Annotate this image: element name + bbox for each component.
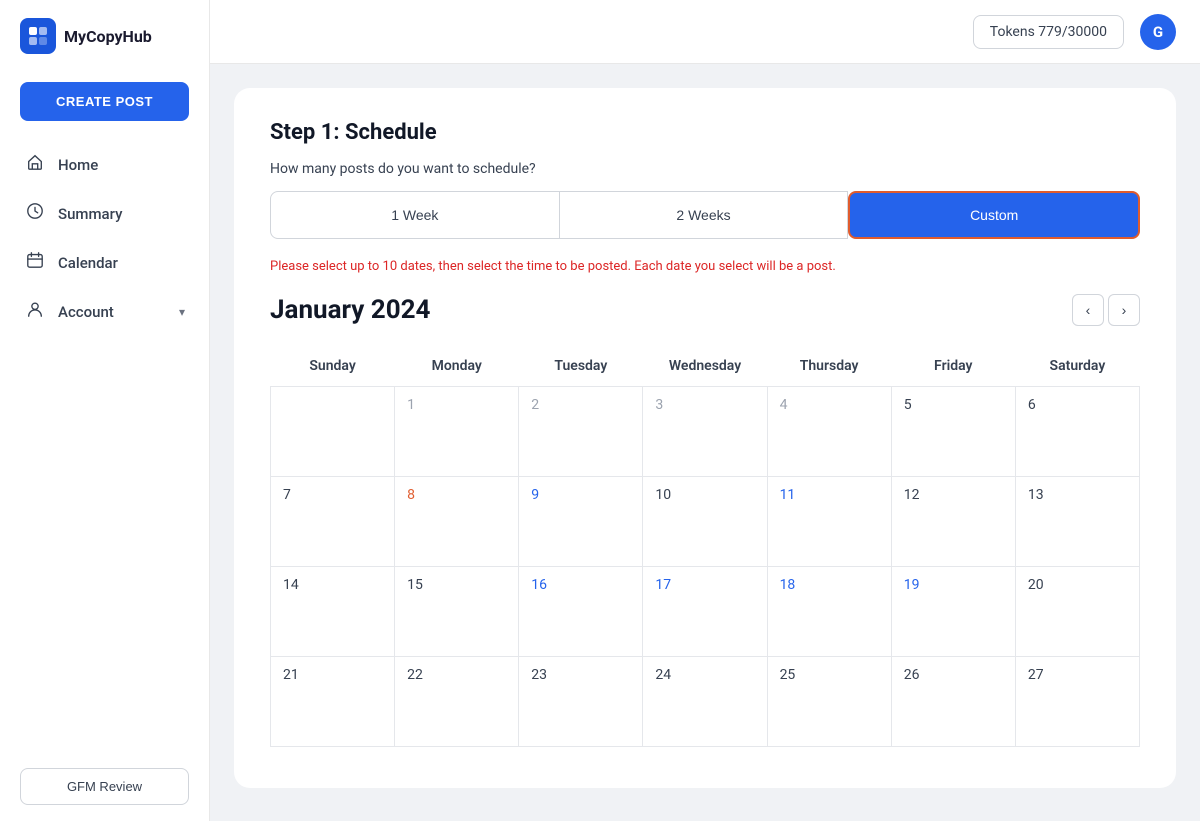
schedule-2weeks-button[interactable]: 2 Weeks xyxy=(560,191,849,239)
sidebar-item-calendar[interactable]: Calendar xyxy=(10,239,199,286)
cal-header-thursday: Thursday xyxy=(767,346,891,387)
table-row[interactable]: 10 xyxy=(643,477,767,567)
sidebar-item-summary-label: Summary xyxy=(58,205,122,223)
step-title: Step 1: Schedule xyxy=(270,120,1140,145)
table-row[interactable]: 15 xyxy=(395,567,519,657)
cal-header-sunday: Sunday xyxy=(271,346,395,387)
cal-header-saturday: Saturday xyxy=(1015,346,1139,387)
chevron-down-icon: ▾ xyxy=(179,305,185,319)
calendar-nav: ‹ › xyxy=(1072,294,1140,326)
table-row[interactable]: 21 xyxy=(271,657,395,747)
table-row[interactable]: 20 xyxy=(1015,567,1139,657)
table-row[interactable]: 9 xyxy=(519,477,643,567)
table-row[interactable]: 13 xyxy=(1015,477,1139,567)
calendar-icon xyxy=(24,251,46,274)
create-post-button[interactable]: CREATE POST xyxy=(20,82,189,121)
cal-header-wednesday: Wednesday xyxy=(643,346,767,387)
tokens-badge: Tokens 779/30000 xyxy=(973,15,1124,49)
gfm-review-button[interactable]: GFM Review xyxy=(20,768,189,805)
logo-icon xyxy=(20,18,56,54)
table-row[interactable]: 23 xyxy=(519,657,643,747)
schedule-custom-button[interactable]: Custom xyxy=(848,191,1140,239)
table-row[interactable]: 19 xyxy=(891,567,1015,657)
calendar-grid: Sunday Monday Tuesday Wednesday Thursday… xyxy=(270,346,1140,747)
table-row[interactable]: 22 xyxy=(395,657,519,747)
table-row[interactable]: 14 xyxy=(271,567,395,657)
sidebar: MyCopyHub CREATE POST Home Summary Calen… xyxy=(0,0,210,821)
cal-header-monday: Monday xyxy=(395,346,519,387)
table-row[interactable]: 18 xyxy=(767,567,891,657)
table-row[interactable]: 16 xyxy=(519,567,643,657)
sidebar-bottom: GFM Review xyxy=(0,752,209,821)
table-row[interactable]: 26 xyxy=(891,657,1015,747)
table-row[interactable] xyxy=(271,387,395,477)
sidebar-item-home-label: Home xyxy=(58,156,98,174)
sidebar-item-summary[interactable]: Summary xyxy=(10,190,199,237)
sidebar-nav: Home Summary Calendar Account ▾ xyxy=(0,141,209,335)
sidebar-item-account-label: Account xyxy=(58,303,114,321)
sidebar-item-calendar-label: Calendar xyxy=(58,254,118,272)
table-row[interactable]: 24 xyxy=(643,657,767,747)
header: Tokens 779/30000 G xyxy=(210,0,1200,64)
sidebar-item-account[interactable]: Account ▾ xyxy=(10,288,199,335)
sidebar-item-home[interactable]: Home xyxy=(10,141,199,188)
cal-header-friday: Friday xyxy=(891,346,1015,387)
calendar-month: January 2024 xyxy=(270,295,430,325)
table-row[interactable]: 11 xyxy=(767,477,891,567)
schedule-question: How many posts do you want to schedule? xyxy=(270,161,1140,177)
logo-text: MyCopyHub xyxy=(64,27,152,46)
table-row[interactable]: 1 xyxy=(395,387,519,477)
summary-icon xyxy=(24,202,46,225)
next-month-button[interactable]: › xyxy=(1108,294,1140,326)
home-icon xyxy=(24,153,46,176)
table-row[interactable]: 17 xyxy=(643,567,767,657)
calendar-header: January 2024 ‹ › xyxy=(270,294,1140,326)
schedule-1week-button[interactable]: 1 Week xyxy=(270,191,560,239)
table-row[interactable]: 5 xyxy=(891,387,1015,477)
cal-header-tuesday: Tuesday xyxy=(519,346,643,387)
prev-month-button[interactable]: ‹ xyxy=(1072,294,1104,326)
table-row[interactable]: 7 xyxy=(271,477,395,567)
content-card: Step 1: Schedule How many posts do you w… xyxy=(234,88,1176,788)
table-row[interactable]: 2 xyxy=(519,387,643,477)
table-row[interactable]: 4 xyxy=(767,387,891,477)
logo: MyCopyHub xyxy=(0,0,209,72)
schedule-info: Please select up to 10 dates, then selec… xyxy=(270,259,1140,274)
account-icon xyxy=(24,300,46,323)
user-avatar[interactable]: G xyxy=(1140,14,1176,50)
schedule-options: 1 Week 2 Weeks Custom xyxy=(270,191,1140,239)
table-row[interactable]: 25 xyxy=(767,657,891,747)
table-row[interactable]: 27 xyxy=(1015,657,1139,747)
table-row[interactable]: 6 xyxy=(1015,387,1139,477)
table-row[interactable]: 12 xyxy=(891,477,1015,567)
table-row[interactable]: 3 xyxy=(643,387,767,477)
main-content: Step 1: Schedule How many posts do you w… xyxy=(210,64,1200,821)
table-row[interactable]: 8 xyxy=(395,477,519,567)
